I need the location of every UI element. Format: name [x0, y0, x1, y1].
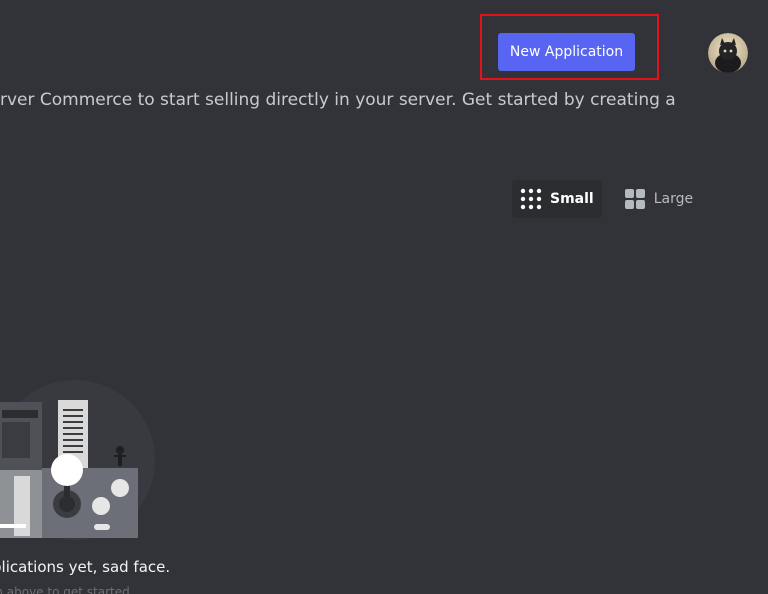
empty-state-subtitle: on above to get started	[0, 585, 130, 594]
view-size-toggle: Small Large	[512, 180, 701, 218]
view-small-button[interactable]: Small	[512, 180, 602, 218]
user-avatar[interactable]	[708, 33, 748, 73]
avatar-image	[708, 33, 748, 73]
view-large-button[interactable]: Large	[616, 180, 701, 218]
developer-portal-applications-page: New Application rver Commerce to start s…	[0, 0, 768, 594]
empty-state-title: plications yet, sad face.	[0, 558, 171, 576]
view-large-label: Large	[653, 191, 694, 207]
new-application-button[interactable]: New Application	[498, 33, 635, 71]
large-grid-icon	[624, 188, 646, 210]
small-grid-icon	[520, 188, 542, 210]
view-small-label: Small	[550, 191, 594, 207]
empty-state-illustration	[0, 380, 160, 540]
intro-text: rver Commerce to start selling directly …	[0, 90, 676, 110]
